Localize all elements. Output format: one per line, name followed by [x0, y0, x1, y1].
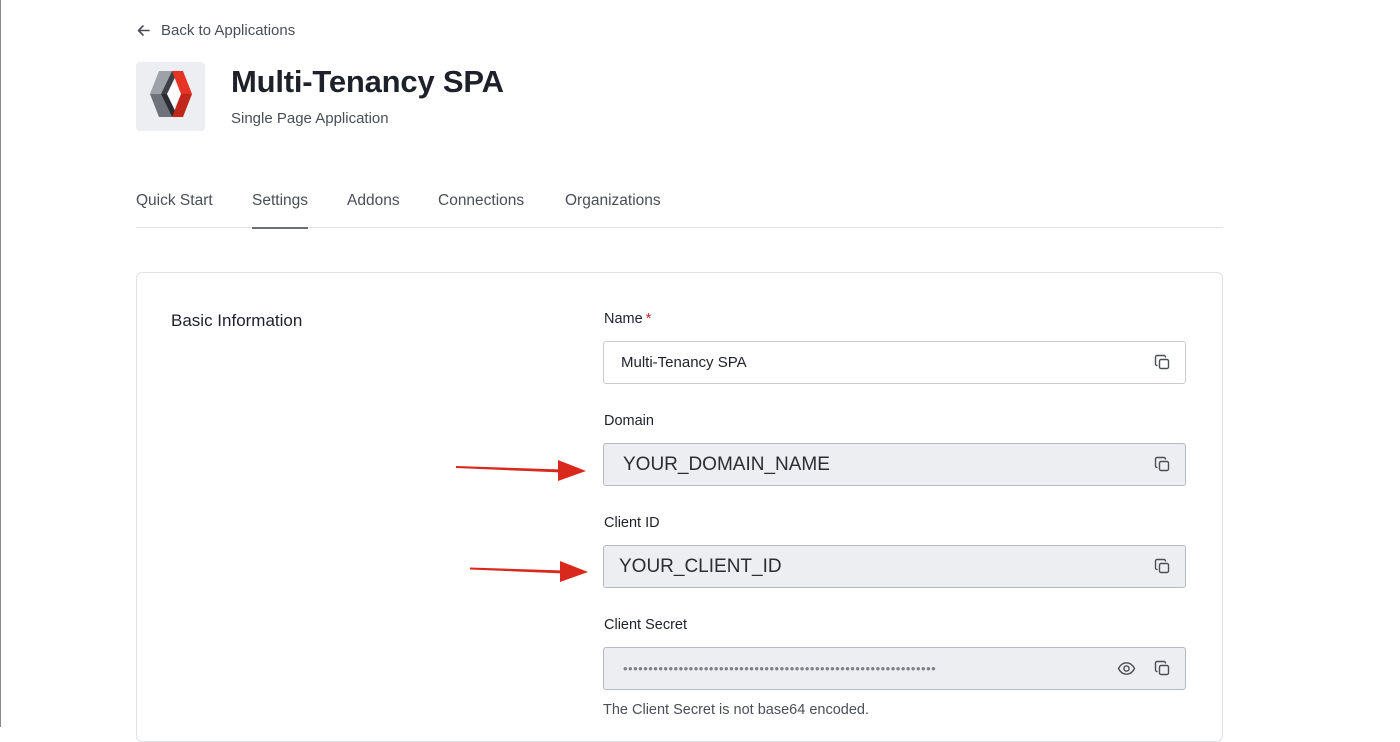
- copy-icon[interactable]: [1151, 658, 1173, 680]
- application-logo: [136, 62, 205, 131]
- client-secret-help-text: The Client Secret is not base64 encoded.: [603, 702, 869, 718]
- application-logo-icon: [148, 69, 194, 124]
- domain-field-value[interactable]: YOUR_DOMAIN_NAME: [604, 454, 1151, 476]
- client-secret-field[interactable]: ••••••••••••••••••••••••••••••••••••••••…: [603, 647, 1186, 690]
- page-title: Multi-Tenancy SPA: [231, 64, 504, 99]
- section-title: Basic Information: [171, 311, 303, 330]
- required-mark: *: [645, 311, 652, 327]
- tab-settings[interactable]: Settings: [252, 192, 309, 229]
- client-id-field-value[interactable]: YOUR_CLIENT_ID: [604, 556, 1151, 578]
- tab-quick-start[interactable]: Quick Start: [136, 192, 213, 227]
- annotation-arrow-client-id: [470, 561, 588, 582]
- client-id-field[interactable]: YOUR_CLIENT_ID: [603, 545, 1186, 588]
- client-secret-field-value[interactable]: ••••••••••••••••••••••••••••••••••••••••…: [604, 661, 1115, 676]
- back-link-label: Back to Applications: [161, 22, 296, 39]
- client-secret-label: Client Secret: [604, 617, 688, 633]
- window-left-border: [0, 0, 1, 727]
- eye-icon[interactable]: [1115, 658, 1137, 680]
- copy-icon[interactable]: [1151, 454, 1173, 476]
- name-label-text: Name: [604, 311, 643, 327]
- tab-addons[interactable]: Addons: [347, 192, 400, 227]
- name-label: Name *: [604, 311, 651, 327]
- name-field-value[interactable]: Multi-Tenancy SPA: [604, 354, 1151, 371]
- back-to-applications-link[interactable]: Back to Applications: [136, 22, 295, 39]
- annotation-arrow-domain: [456, 460, 586, 481]
- arrow-left-icon: [136, 23, 151, 38]
- client-id-label: Client ID: [604, 515, 660, 531]
- tab-bar: Quick Start Settings Addons Connections …: [136, 180, 1223, 229]
- copy-icon[interactable]: [1151, 352, 1173, 374]
- name-field[interactable]: Multi-Tenancy SPA: [603, 341, 1186, 384]
- tab-organizations[interactable]: Organizations: [565, 192, 661, 227]
- application-type: Single Page Application: [231, 110, 389, 127]
- copy-icon[interactable]: [1151, 556, 1173, 578]
- domain-field[interactable]: YOUR_DOMAIN_NAME: [603, 443, 1186, 486]
- domain-label: Domain: [604, 413, 654, 429]
- tab-connections[interactable]: Connections: [438, 192, 524, 227]
